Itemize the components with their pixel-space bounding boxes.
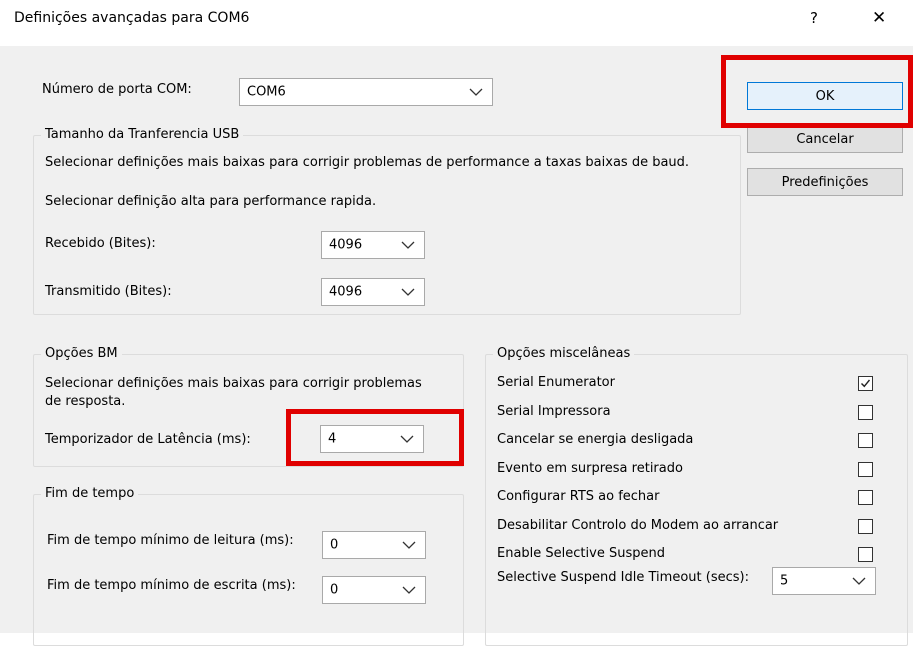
write-timeout-label: Fim de tempo mínimo de escrita (ms): (47, 578, 296, 593)
latency-timer-label: Temporizador de Latência (ms): (45, 432, 251, 447)
misc-option-label: Enable Selective Suspend (497, 546, 665, 561)
chevron-down-icon (402, 541, 416, 549)
idle-timeout-label: Selective Suspend Idle Timeout (secs): (497, 570, 749, 585)
read-timeout-label: Fim de tempo mínimo de leitura (ms): (47, 533, 294, 548)
idle-timeout-value: 5 (780, 573, 789, 589)
misc-options-legend: Opções miscelâneas (493, 346, 635, 361)
close-icon[interactable]: ✕ (872, 8, 886, 28)
misc-option-label: Serial Enumerator (497, 375, 615, 390)
bm-description-line2: de resposta. (45, 394, 126, 409)
port-select[interactable]: COM6 (239, 78, 493, 106)
bm-description-line1: Selecionar definições mais baixas para c… (45, 376, 422, 391)
misc-option-label: Desabilitar Controlo do Modem ao arranca… (497, 517, 779, 533)
misc-option-checkbox[interactable] (858, 461, 873, 477)
write-timeout-select[interactable]: 0 (322, 576, 426, 604)
checkmark-icon (861, 379, 871, 388)
misc-option-checkbox[interactable] (858, 547, 873, 562)
chevron-down-icon (852, 577, 866, 585)
latency-timer-select[interactable]: 4 (320, 425, 424, 453)
defaults-button[interactable]: Predefinições (747, 168, 903, 196)
misc-option-label: Serial Impressora (497, 403, 611, 419)
misc-option-label: Cancelar se energia desligada (497, 432, 694, 447)
transmit-size-select[interactable]: 4096 (321, 278, 425, 306)
transmit-size-value: 4096 (329, 284, 363, 300)
misc-option-label: Evento em surpresa retirado (497, 460, 683, 476)
receive-size-value: 4096 (329, 237, 363, 253)
help-icon[interactable]: ? (810, 9, 818, 27)
misc-option-checkbox[interactable] (858, 376, 873, 391)
chevron-down-icon (401, 288, 415, 296)
timeouts-legend: Fim de tempo (41, 486, 139, 501)
ok-button[interactable]: OK (747, 82, 903, 110)
defaults-button-label: Predefinições (781, 174, 869, 190)
cancel-button-label: Cancelar (796, 131, 854, 147)
write-timeout-value: 0 (330, 582, 339, 598)
chevron-down-icon (402, 586, 416, 594)
chevron-down-icon (400, 435, 414, 443)
dialog-title: Definições avançadas para COM6 (14, 10, 250, 26)
chevron-down-icon (401, 241, 415, 249)
misc-option-checkbox[interactable] (858, 404, 873, 420)
bm-options-legend: Opções BM (41, 346, 122, 361)
idle-timeout-select[interactable]: 5 (772, 567, 876, 595)
receive-size-label: Recebido (Bites): (45, 236, 156, 251)
read-timeout-value: 0 (330, 537, 339, 553)
port-select-value: COM6 (247, 84, 286, 100)
cancel-button[interactable]: Cancelar (747, 125, 903, 153)
timeouts-group (33, 494, 464, 646)
chevron-down-icon (469, 88, 483, 96)
usb-description-low: Selecionar definições mais baixas para c… (45, 155, 690, 170)
receive-size-select[interactable]: 4096 (321, 231, 425, 259)
misc-option-checkbox[interactable] (858, 518, 873, 534)
usb-transfer-legend: Tamanho da Tranferencia USB (41, 127, 244, 142)
usb-description-high: Selecionar definição alta para performan… (45, 194, 377, 209)
misc-option-checkbox[interactable] (858, 490, 873, 505)
ok-button-label: OK (815, 88, 835, 104)
transmit-size-label: Transmitido (Bites): (45, 284, 172, 299)
misc-option-checkbox[interactable] (858, 433, 873, 448)
latency-timer-value: 4 (328, 431, 337, 447)
port-label: Número de porta COM: (42, 82, 192, 97)
misc-option-label: Configurar RTS ao fechar (497, 489, 660, 504)
read-timeout-select[interactable]: 0 (322, 531, 426, 559)
